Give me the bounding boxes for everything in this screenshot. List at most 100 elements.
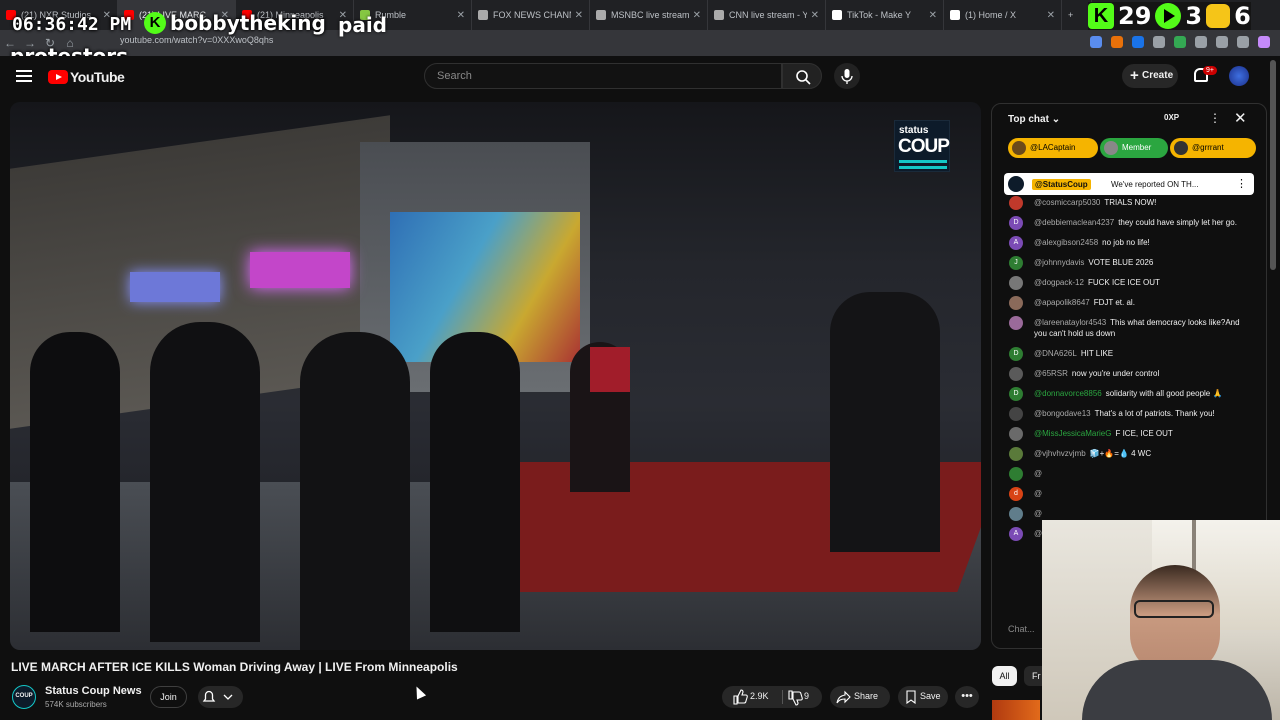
- youtube-logo-icon[interactable]: [48, 70, 68, 84]
- thumbs-down-icon: [788, 690, 803, 706]
- like-divider: [782, 690, 783, 704]
- extension-icon[interactable]: [1195, 36, 1207, 48]
- chat-message[interactable]: @65RSR now you're under control: [992, 367, 1262, 381]
- chat-options-icon[interactable]: ⋮: [1209, 111, 1221, 125]
- extension-icon[interactable]: [1132, 36, 1144, 48]
- extension-toolbar: [1090, 36, 1270, 48]
- browser-tab[interactable]: MSNBC live stream ✕: [590, 0, 708, 30]
- extension-icon[interactable]: [1090, 36, 1102, 48]
- avatar: [1008, 176, 1024, 192]
- subscription-bell-button[interactable]: [198, 686, 243, 708]
- share-button[interactable]: Share: [830, 686, 890, 708]
- mic-icon: [841, 69, 853, 84]
- avatar[interactable]: [1229, 66, 1249, 86]
- extension-icon[interactable]: [1111, 36, 1123, 48]
- close-icon[interactable]: ✕: [1234, 109, 1247, 127]
- chat-message[interactable]: @cosmiccarp5030 TRIALS NOW!: [992, 196, 1262, 210]
- chat-message[interactable]: @MissJessicaMarieG F ICE, ICE OUT: [992, 427, 1262, 441]
- chat-text: VOTE BLUE 2026: [1088, 258, 1154, 267]
- chat-author: @bongodave13: [1034, 409, 1091, 418]
- chat-text: solidarity with all good people 🙏: [1105, 389, 1223, 398]
- play-icon: [1155, 3, 1182, 29]
- browser-tab[interactable]: TikTok - Make Y ✕: [826, 0, 944, 30]
- create-button[interactable]: Create: [1122, 64, 1178, 88]
- close-tab-icon[interactable]: ✕: [575, 10, 583, 21]
- pinned-message[interactable]: @StatusCoup We've reported ON TH... ⋮: [1004, 173, 1254, 195]
- channel-name[interactable]: Status Coup News: [45, 685, 142, 697]
- join-button[interactable]: Join: [150, 686, 187, 708]
- chat-message[interactable]: D @DNA626L HIT LIKE: [992, 347, 1262, 361]
- chat-text: F ICE, ICE OUT: [1115, 429, 1173, 438]
- chat-author: @65RSR: [1034, 369, 1068, 378]
- channel-avatar[interactable]: COUP: [12, 685, 36, 709]
- avatar: [1009, 316, 1023, 330]
- chat-pill-member[interactable]: Member: [1100, 138, 1168, 158]
- tab-title: TikTok - Make Y: [847, 10, 912, 20]
- logo-bar: [899, 160, 947, 163]
- video-player[interactable]: status COUP: [10, 102, 981, 650]
- mouse-cursor-icon: [411, 684, 427, 700]
- chat-message[interactable]: @dogpack-12 FUCK ICE ICE OUT: [992, 276, 1262, 290]
- close-tab-icon[interactable]: ✕: [929, 10, 937, 21]
- extension-icon[interactable]: [1237, 36, 1249, 48]
- close-tab-icon[interactable]: ✕: [693, 10, 701, 21]
- tab-favicon-icon: [950, 10, 960, 20]
- close-tab-icon[interactable]: ✕: [811, 10, 819, 21]
- chat-scrollbar[interactable]: [1270, 60, 1276, 270]
- chat-pill-grrrant[interactable]: @grrrant: [1170, 138, 1256, 158]
- youtube-brand[interactable]: YouTube: [70, 69, 125, 85]
- chat-author: @alexgibson2458: [1034, 238, 1099, 247]
- menu-icon[interactable]: [16, 70, 32, 82]
- chat-message[interactable]: D @debbiemaclean4237 they could have simpl…: [992, 216, 1262, 230]
- youtube-header: YouTube Search Create 9+: [0, 56, 1280, 98]
- share-label: Share: [854, 691, 879, 701]
- search-input[interactable]: Search: [424, 63, 782, 89]
- chat-mode-dropdown[interactable]: Top chat ⌄: [1008, 114, 1060, 125]
- related-video-thumbnail[interactable]: [992, 700, 1040, 720]
- tab-favicon-icon: [714, 10, 724, 20]
- avatar: [1009, 467, 1023, 481]
- profile-icon[interactable]: [1258, 36, 1270, 48]
- more-actions-button[interactable]: •••: [955, 686, 979, 708]
- chat-message[interactable]: J @johnnydavis VOTE BLUE 2026: [992, 256, 1262, 270]
- chat-pill-lacaptain[interactable]: @LACaptain: [1008, 138, 1098, 158]
- xp-badge[interactable]: 0XP: [1164, 113, 1179, 122]
- pinned-options-icon[interactable]: ⋮: [1236, 177, 1247, 190]
- save-button[interactable]: Save: [898, 686, 948, 708]
- like-dislike-button[interactable]: 2.9K 9: [722, 686, 822, 708]
- webcam-glasses: [1134, 600, 1214, 618]
- close-tab-icon[interactable]: ✕: [1047, 10, 1055, 21]
- extension-icon[interactable]: [1174, 36, 1186, 48]
- chat-message[interactable]: A @alexgibson2458 no job no life!: [992, 236, 1262, 250]
- browser-tab[interactable]: FOX NEWS CHANN ✕: [472, 0, 590, 30]
- pinned-author: @StatusCoup: [1032, 179, 1091, 190]
- chat-message[interactable]: @apapolik8647 FDJT et. al.: [992, 296, 1262, 310]
- search-button[interactable]: [782, 63, 822, 89]
- chat-text: HIT LIKE: [1080, 349, 1114, 358]
- chat-message[interactable]: @vjhvhvzvjmb 🧊+🔥=💧 4 WC: [992, 447, 1262, 461]
- chat-author: @apapolik8647: [1034, 298, 1090, 307]
- chat-text: they could have simply let her go.: [1118, 218, 1237, 227]
- chip-all[interactable]: All: [992, 666, 1017, 686]
- chat-message[interactable]: d @: [992, 487, 1262, 501]
- close-tab-icon[interactable]: ✕: [457, 10, 465, 21]
- chat-text: TRIALS NOW!: [1104, 198, 1157, 207]
- chat-message[interactable]: @: [992, 507, 1262, 521]
- tab-favicon-icon: [832, 10, 842, 20]
- video-red-backpack: [590, 347, 630, 392]
- chat-author: @lareenataylor4543: [1034, 318, 1107, 327]
- voice-search-button[interactable]: [834, 63, 860, 89]
- url-field[interactable]: youtube.com/watch?v=0XXXwoQ8qhs: [120, 35, 820, 45]
- browser-tab[interactable]: (1) Home / X ✕: [944, 0, 1062, 30]
- chat-message[interactable]: @bongodave13 That's a lot of patriots. Th…: [992, 407, 1262, 421]
- pill-label: @LACaptain: [1030, 143, 1076, 152]
- extension-icon[interactable]: [1216, 36, 1228, 48]
- chat-input[interactable]: Chat...: [1008, 624, 1035, 634]
- chat-message[interactable]: @: [992, 467, 1262, 481]
- extension-icon[interactable]: [1153, 36, 1165, 48]
- chat-message[interactable]: D @donnavorce8856 solidarity with all good…: [992, 387, 1262, 401]
- chat-message[interactable]: @lareenataylor4543 This what democracy lo…: [992, 316, 1262, 339]
- overlay-username: bobbytheking: [170, 11, 326, 35]
- browser-tab[interactable]: CNN live stream - Y ✕: [708, 0, 826, 30]
- video-neon-sign: [250, 252, 350, 288]
